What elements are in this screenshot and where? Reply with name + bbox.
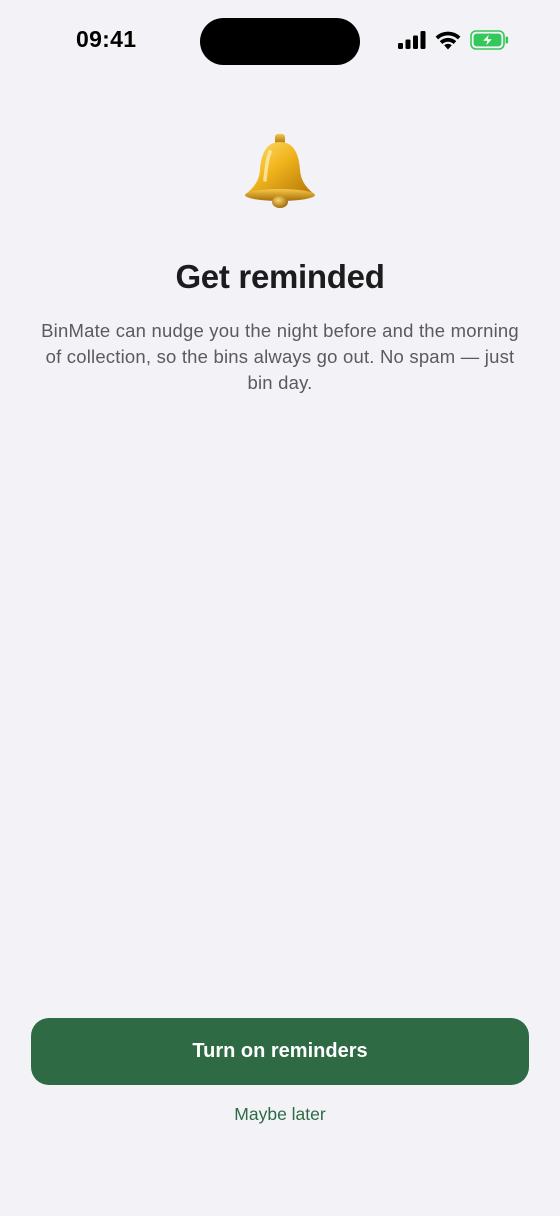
dynamic-island <box>200 18 360 65</box>
status-time: 09:41 <box>76 26 137 52</box>
status-icons <box>398 30 510 50</box>
maybe-later-link[interactable]: Maybe later <box>0 1104 560 1125</box>
battery-charging-icon <box>470 30 510 50</box>
cellular-signal-icon <box>398 31 426 49</box>
status-bar: 09:41 <box>0 0 560 84</box>
bell-icon <box>0 128 560 214</box>
turn-on-reminders-button[interactable]: Turn on reminders <box>31 1018 529 1085</box>
description-text: BinMate can nudge you the night before a… <box>41 320 519 393</box>
wifi-icon <box>435 31 461 50</box>
page-title: Get reminded <box>175 258 385 295</box>
onboarding-content: Get reminded BinMate can nudge you the n… <box>0 128 560 396</box>
